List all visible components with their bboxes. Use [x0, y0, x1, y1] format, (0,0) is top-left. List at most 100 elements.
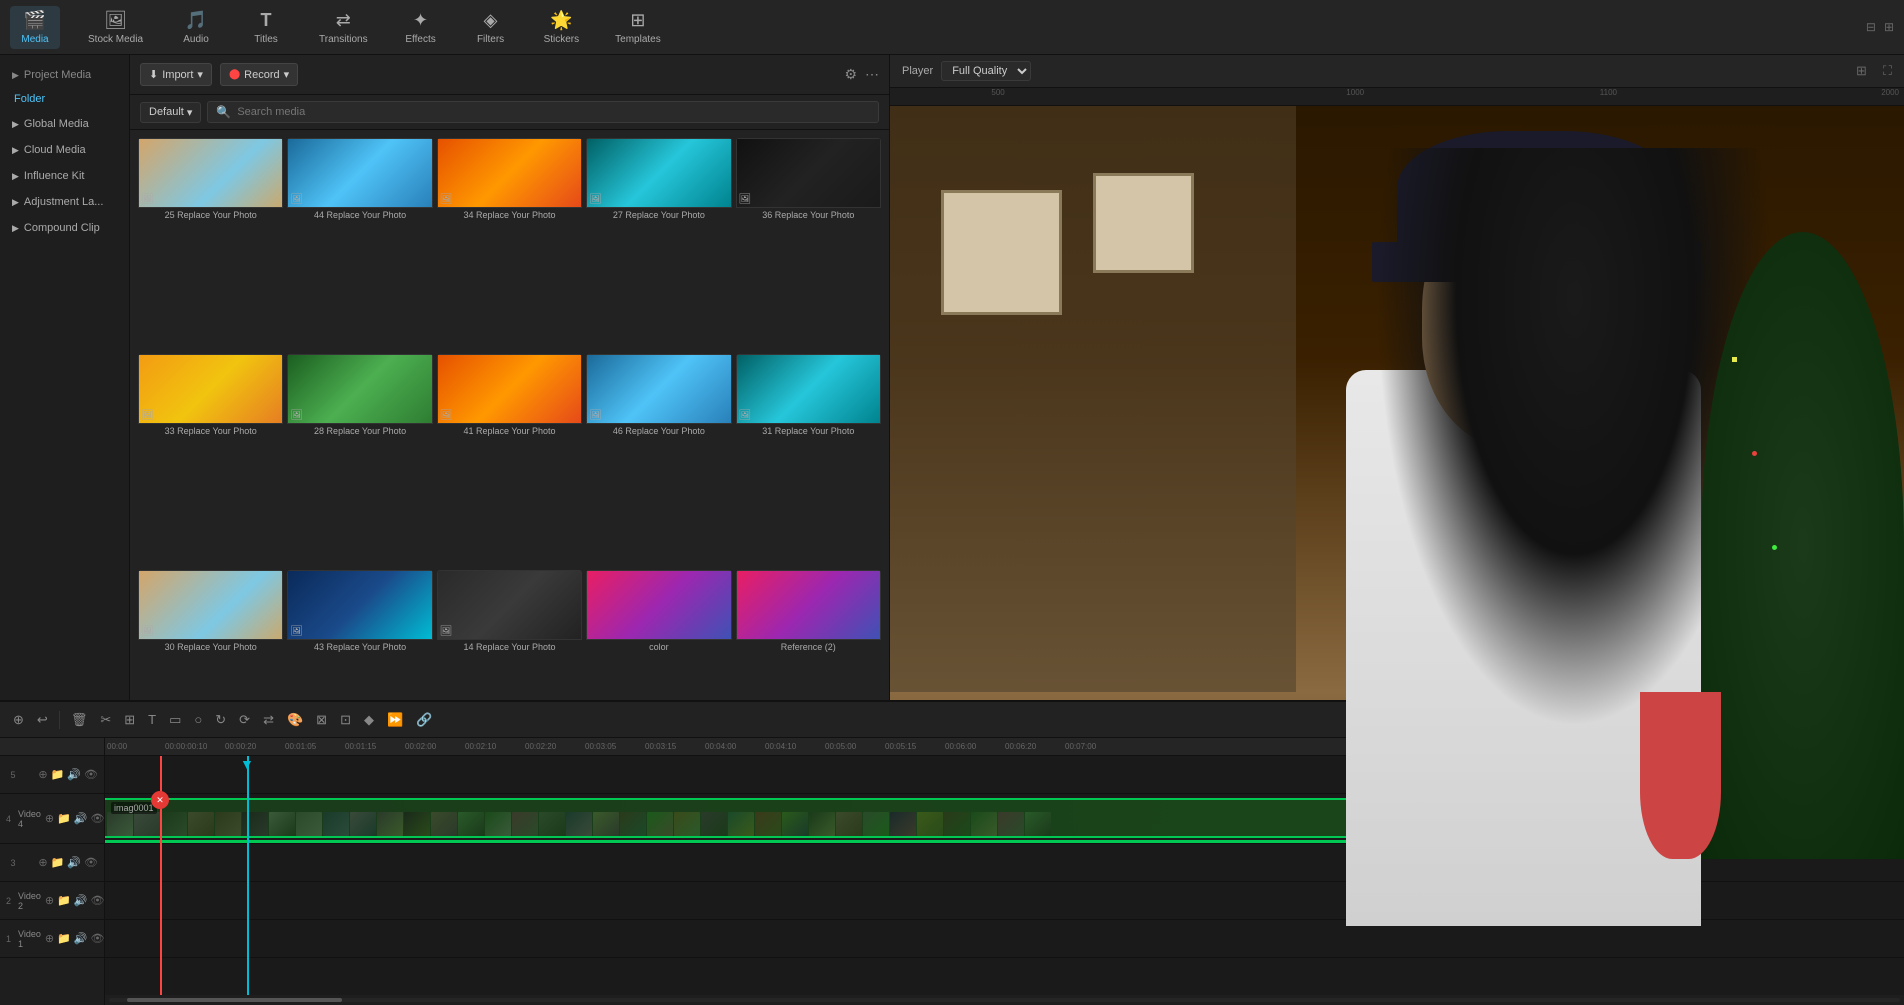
- track-v1-audio[interactable]: 🔊: [74, 932, 88, 945]
- media-label-30: 30 Replace Your Photo: [138, 640, 283, 655]
- pip-icon[interactable]: ⊞: [1856, 63, 1867, 79]
- quality-select[interactable]: Full Quality 1/2 Quality 1/4 Quality: [941, 61, 1031, 81]
- track-3-label: 3 ⊕ 📁 🔊 👁: [0, 844, 104, 882]
- filter-icon[interactable]: ⚙: [844, 66, 857, 83]
- link-button[interactable]: 🔗: [411, 709, 437, 731]
- track-5-audio[interactable]: 🔊: [67, 768, 81, 781]
- track-5-folder[interactable]: 📁: [51, 768, 65, 781]
- ruler-20: 00:00:20: [225, 742, 256, 751]
- track-v4-add[interactable]: ⊕: [45, 812, 54, 825]
- toolbar-templates[interactable]: ⊞ Templates: [607, 6, 669, 49]
- media-item-36[interactable]: 🖼 36 Replace Your Photo: [736, 138, 881, 350]
- thumb-43: [288, 571, 431, 639]
- media-item-46[interactable]: 🖼 46 Replace Your Photo: [586, 354, 731, 566]
- record-dot-icon: ⬤: [229, 69, 240, 80]
- media-label-44: 44 Replace Your Photo: [287, 208, 432, 223]
- speed-button[interactable]: ⏩: [382, 709, 408, 731]
- clone-button[interactable]: ⊡: [335, 709, 356, 731]
- rotate-button[interactable]: ↻: [210, 709, 231, 731]
- sidebar-folder[interactable]: Folder: [0, 87, 129, 111]
- record-button[interactable]: ⬤ Record ▾: [220, 63, 298, 86]
- split-button[interactable]: ⊠: [311, 709, 332, 731]
- h-scrollbar-track[interactable]: [109, 998, 1900, 1002]
- chevron-icon: ▶: [12, 171, 19, 182]
- track-video1-label: 1 Video 1 ⊕ 📁 🔊 👁: [0, 920, 104, 958]
- media-item-44[interactable]: 🖼 44 Replace Your Photo: [287, 138, 432, 350]
- add-track-button[interactable]: ⊕: [8, 709, 29, 731]
- h-scrollbar[interactable]: [105, 995, 1904, 1005]
- track-video4-label: 4 Video 4 ⊕ 📁 🔊 👁: [0, 794, 104, 844]
- track-5-add[interactable]: ⊕: [38, 768, 47, 781]
- thumb-31: [737, 355, 880, 423]
- more-options-icon[interactable]: ⋯: [865, 66, 879, 83]
- filter-chevron: ▾: [187, 106, 193, 119]
- sidebar-item-cloud-media[interactable]: ▶ Cloud Media: [0, 137, 129, 163]
- undo-button[interactable]: ↩: [32, 709, 53, 731]
- project-media-header[interactable]: ▶ Project Media: [0, 63, 129, 87]
- toolbar-stickers[interactable]: 🌟 Stickers: [536, 6, 588, 49]
- circle-button[interactable]: ○: [189, 709, 207, 730]
- thumb-33: [139, 355, 282, 423]
- track-v1-add[interactable]: ⊕: [45, 932, 54, 945]
- crop-button[interactable]: ⊞: [119, 709, 140, 731]
- toolbar-audio[interactable]: 🎵 Audio: [171, 6, 221, 49]
- media-item-33[interactable]: 🖼 33 Replace Your Photo: [138, 354, 283, 566]
- track-v2-audio[interactable]: 🔊: [74, 894, 88, 907]
- media-item-31[interactable]: 🖼 31 Replace Your Photo: [736, 354, 881, 566]
- default-filter-button[interactable]: Default ▾: [140, 102, 201, 123]
- track-v1-eye[interactable]: 👁: [91, 932, 105, 945]
- transition-tl-button[interactable]: ⇄: [258, 709, 279, 731]
- track-5-eye[interactable]: 👁: [84, 768, 98, 781]
- track-v2-add[interactable]: ⊕: [45, 894, 54, 907]
- sidebar-item-global-media[interactable]: ▶ Global Media: [0, 111, 129, 137]
- track-v4-eye[interactable]: 👁: [91, 812, 105, 825]
- light-2: [1752, 451, 1757, 456]
- sidebar-item-compound-clip[interactable]: ▶ Compound Clip: [0, 215, 129, 241]
- audio-icon: 🎵: [185, 10, 207, 31]
- import-button[interactable]: ⬇ Import ▾: [140, 63, 212, 86]
- ruler-305: 00:03:05: [585, 742, 616, 751]
- keyframe-button[interactable]: ◆: [359, 709, 379, 731]
- media-item-41[interactable]: 🖼 41 Replace Your Photo: [437, 354, 582, 566]
- track-v2-eye[interactable]: 👁: [91, 894, 105, 907]
- track-v2-folder[interactable]: 📁: [57, 894, 71, 907]
- media-item-27[interactable]: 🖼 27 Replace Your Photo: [586, 138, 731, 350]
- track-v1-folder[interactable]: 📁: [57, 932, 71, 945]
- track-3-folder[interactable]: 📁: [51, 856, 65, 869]
- color-tl-button[interactable]: 🎨: [282, 709, 308, 731]
- sidebar-item-adjustment-la[interactable]: ▶ Adjustment La...: [0, 189, 129, 215]
- toolbar-transitions[interactable]: ⇄ Transitions: [311, 6, 376, 49]
- sidebar-item-influence-kit[interactable]: ▶ Influence Kit: [0, 163, 129, 189]
- media-item-25[interactable]: 🖼 25 Replace Your Photo: [138, 138, 283, 350]
- delete-button[interactable]: 🗑: [66, 709, 93, 731]
- motion-button[interactable]: ⟳: [234, 709, 255, 731]
- maximize-icon[interactable]: ⊞: [1884, 20, 1894, 34]
- track-3-add[interactable]: ⊕: [38, 856, 47, 869]
- media-item-28[interactable]: 🖼 28 Replace Your Photo: [287, 354, 432, 566]
- toolbar-effects[interactable]: ✦ Effects: [396, 6, 446, 49]
- fullscreen-icon[interactable]: ⛶: [1883, 63, 1892, 79]
- image-icon: 🖼: [141, 626, 154, 637]
- thumb-25: [139, 139, 282, 207]
- image-icon: 🖼: [290, 194, 303, 205]
- h-scrollbar-thumb[interactable]: [127, 998, 342, 1002]
- thumb-36: [737, 139, 880, 207]
- track-3-audio[interactable]: 🔊: [67, 856, 81, 869]
- titles-icon: T: [261, 10, 272, 31]
- rect-button[interactable]: ▭: [164, 709, 186, 731]
- toolbar-titles[interactable]: T Titles: [241, 6, 291, 49]
- search-input[interactable]: [237, 106, 870, 118]
- project-media-label: Project Media: [24, 69, 91, 81]
- track-v4-audio[interactable]: 🔊: [74, 812, 88, 825]
- cut-button[interactable]: ✂: [95, 709, 116, 731]
- thumb-28: [288, 355, 431, 423]
- minimize-icon[interactable]: ⊟: [1866, 20, 1876, 34]
- toolbar-media[interactable]: 🎬 Media: [10, 6, 60, 49]
- track-3-eye[interactable]: 👁: [84, 856, 98, 869]
- toolbar-stock[interactable]: 🖼 Stock Media: [80, 6, 151, 49]
- track-v4-folder[interactable]: 📁: [57, 812, 71, 825]
- toolbar-media-label: Media: [21, 34, 48, 45]
- toolbar-filters[interactable]: ◈ Filters: [466, 6, 516, 49]
- media-item-34[interactable]: 🖼 34 Replace Your Photo: [437, 138, 582, 350]
- text-button[interactable]: T: [143, 709, 161, 730]
